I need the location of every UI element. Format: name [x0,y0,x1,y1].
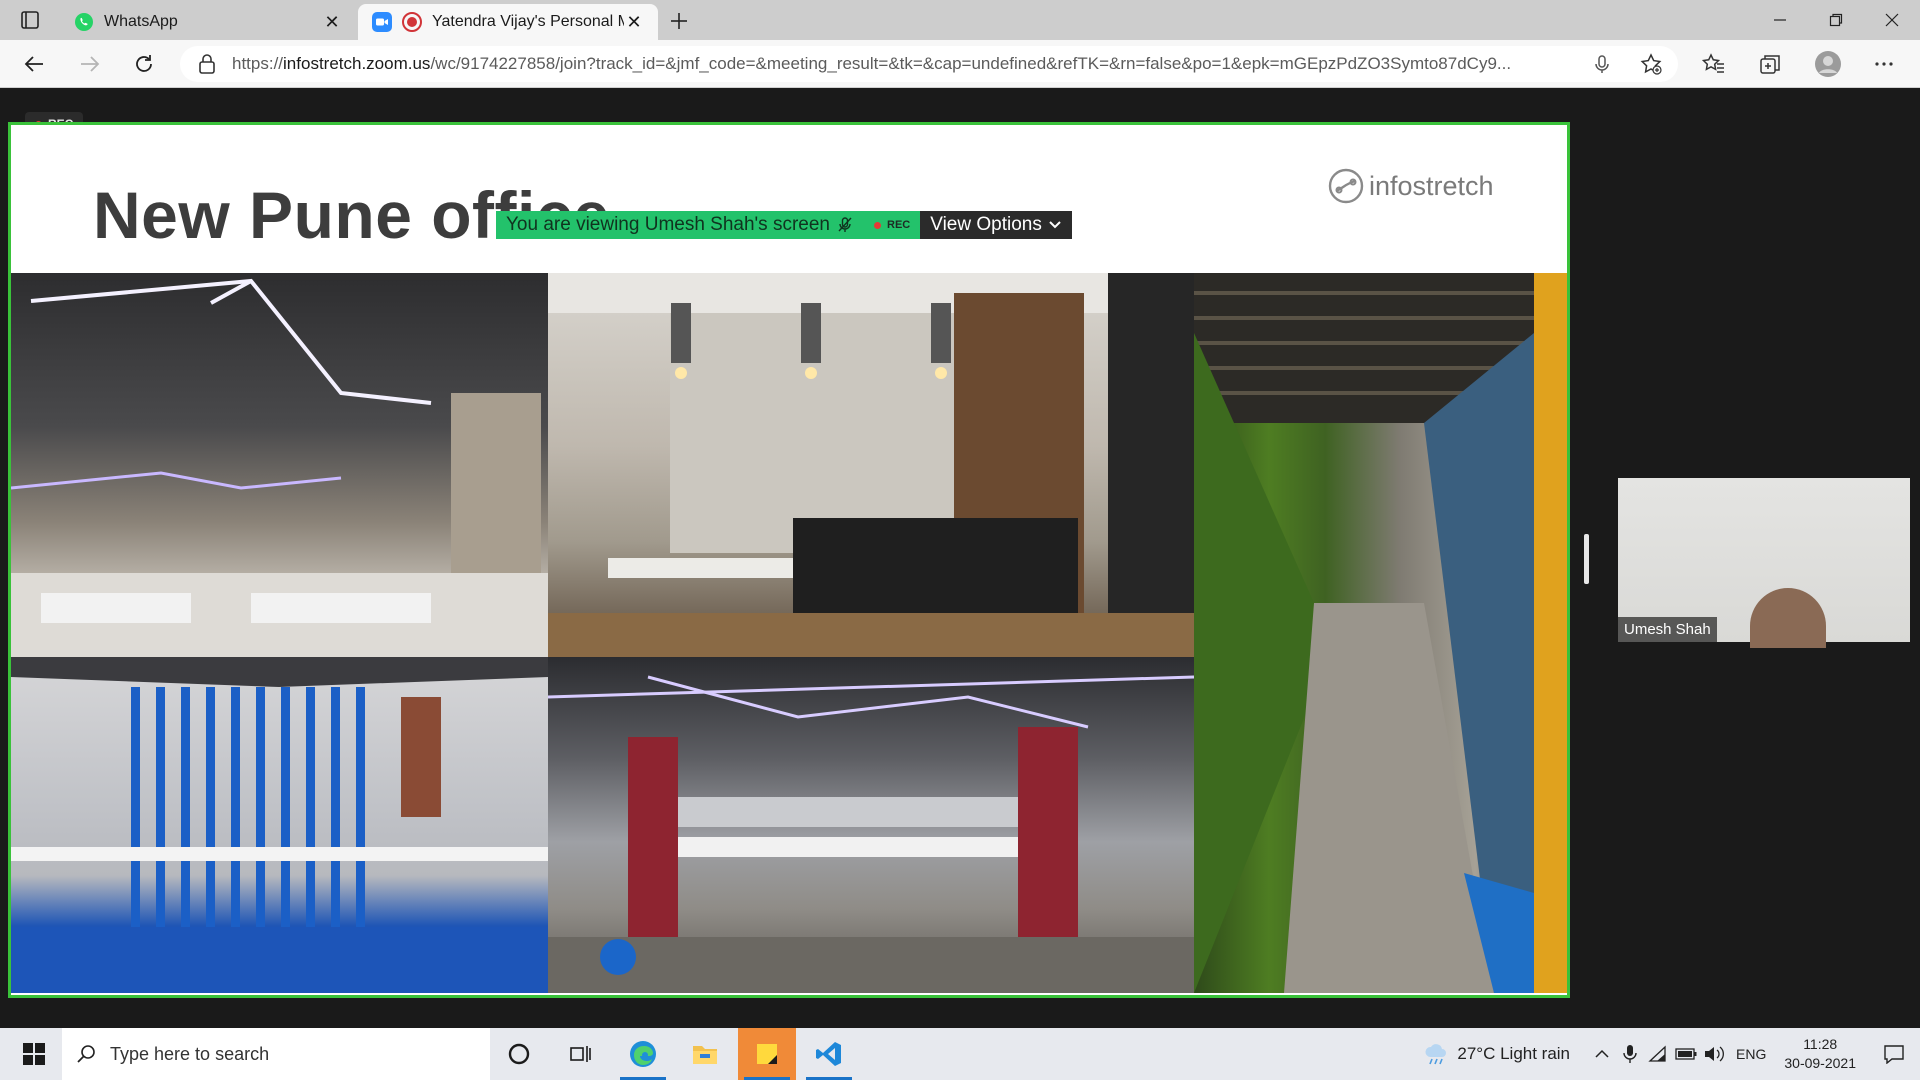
browser-tab-bar: WhatsApp ✕ Yatendra Vijay's Personal Me … [0,0,1920,40]
weather-text: 27°C Light rain [1457,1044,1571,1063]
battery-icon[interactable] [1672,1040,1700,1068]
url-text[interactable]: https://infostretch.zoom.us/wc/917422785… [232,54,1572,74]
logo-text: infostretch [1369,170,1494,201]
clock-date: 30-09-2021 [1784,1055,1856,1071]
office-photo-desk-area [548,657,1194,993]
microphone-icon[interactable] [1592,54,1612,74]
search-icon [77,1045,95,1063]
office-photo-green-wall [1194,273,1567,993]
system-tray: 27°C Light rain ENG 11:28 30-09-2021 [1423,1028,1920,1080]
cortana-icon[interactable] [490,1028,548,1080]
add-favorite-icon[interactable] [1640,53,1662,75]
zoom-meeting-view: REC New Pune office infostretch [0,88,1920,1028]
input-language[interactable]: ENG [1736,1046,1766,1062]
restore-icon[interactable] [1808,0,1864,40]
rain-cloud-icon [1425,1044,1447,1065]
recording-icon [402,12,422,32]
muted-microphone-icon [838,217,852,232]
participant-name: Umesh Shah [1618,617,1717,642]
viewing-screen-label: You are viewing Umesh Shah's screen REC [496,211,921,239]
participant-video-tile[interactable]: Umesh Shah [1618,478,1910,648]
edge-browser-icon[interactable] [614,1028,672,1080]
taskbar-search-box[interactable]: Type here to search [62,1028,490,1080]
task-view-icon[interactable] [552,1028,610,1080]
search-placeholder: Type here to search [110,1043,270,1064]
chevron-up-icon[interactable] [1588,1040,1616,1068]
notification-center-icon[interactable] [1874,1044,1914,1064]
collections-icon[interactable] [1756,50,1784,78]
banner-rec-label: REC [874,219,910,231]
panel-resize-handle[interactable] [1584,534,1589,584]
sticky-notes-icon[interactable] [738,1028,796,1080]
tab-zoom-meeting[interactable]: Yatendra Vijay's Personal Me ✕ [358,4,658,40]
participant-video [1750,588,1826,648]
screen-share-banner: You are viewing Umesh Shah's screen REC … [496,211,1072,239]
microphone-icon[interactable] [1616,1040,1644,1068]
minimize-icon[interactable] [1752,0,1808,40]
zoom-icon [372,12,392,32]
close-window-icon[interactable] [1864,0,1920,40]
more-options-icon[interactable] [1870,50,1898,78]
lock-icon[interactable] [198,54,216,74]
address-bar[interactable]: https://infostretch.zoom.us/wc/917422785… [180,46,1678,82]
volume-icon[interactable] [1700,1040,1728,1068]
clock-time: 11:28 [1803,1036,1838,1052]
favorites-icon[interactable] [1700,50,1728,78]
new-tab-icon[interactable] [666,8,692,34]
vscode-icon[interactable] [800,1028,858,1080]
office-photo-reception [548,273,1194,657]
infostretch-logo-icon [1328,168,1364,204]
office-photo-meeting-area [11,657,548,993]
back-icon[interactable] [20,50,48,78]
close-tab-icon[interactable]: ✕ [322,12,342,32]
tab-label: Yatendra Vijay's Personal Me [432,13,624,30]
windows-start-icon[interactable] [10,1028,58,1080]
chevron-down-icon [1049,221,1061,229]
forward-icon[interactable] [76,50,104,78]
weather-widget[interactable]: 27°C Light rain [1423,1043,1570,1065]
taskbar-clock[interactable]: 11:28 30-09-2021 [1784,1035,1856,1073]
whatsapp-icon [74,12,94,32]
view-options-button[interactable]: View Options [920,211,1072,239]
tab-actions-icon[interactable] [10,8,50,32]
browser-toolbar: https://infostretch.zoom.us/wc/917422785… [0,40,1920,88]
refresh-icon[interactable] [130,50,158,78]
window-controls [1752,0,1920,40]
close-tab-icon[interactable]: ✕ [624,12,644,32]
office-photo-workspace [11,273,548,657]
tab-whatsapp[interactable]: WhatsApp ✕ [60,4,356,40]
tab-label: WhatsApp [104,13,178,30]
windows-taskbar: Type here to search 27°C Light rain ENG … [0,1028,1920,1080]
profile-avatar-icon[interactable] [1814,50,1842,78]
wifi-icon[interactable] [1644,1040,1672,1068]
infostretch-logo: infostretch [1327,167,1494,205]
file-explorer-icon[interactable] [676,1028,734,1080]
shared-screen: New Pune office infostretch [8,122,1570,998]
